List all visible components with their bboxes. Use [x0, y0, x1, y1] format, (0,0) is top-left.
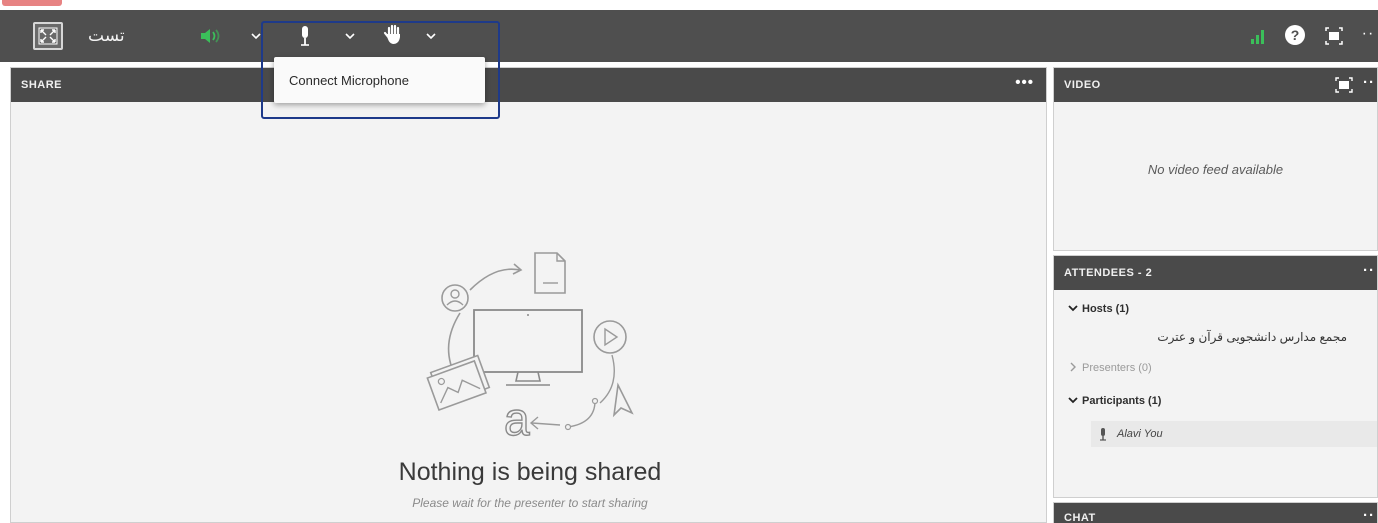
- empty-share-subtitle: Please wait for the presenter to start s…: [412, 496, 648, 510]
- fullscreen-icon: [38, 27, 58, 45]
- host-attendee-name[interactable]: مجمع مدارس دانشجویی قرآن و عترت: [1157, 330, 1347, 344]
- meeting-toolbar: تست ? ··: [0, 10, 1378, 62]
- share-pod-title: SHARE: [21, 79, 63, 91]
- attendees-pod-header: ATTENDEES - 2 ··: [1054, 256, 1377, 290]
- speaker-icon: [201, 29, 220, 43]
- empty-share-illustration-icon: a: [426, 252, 634, 445]
- svg-text:a: a: [504, 393, 530, 445]
- page: تست ? ·· SHARE ••• a Nothing is being sh…: [0, 0, 1378, 523]
- video-pod-menu-button[interactable]: ··: [1363, 75, 1375, 90]
- empty-share-title: Nothing is being shared: [398, 458, 662, 486]
- share-pod-header: SHARE •••: [11, 68, 1046, 102]
- video-pod-title: VIDEO: [1064, 79, 1101, 91]
- participant-name: Alavi You: [1117, 428, 1163, 440]
- help-button[interactable]: ?: [1285, 25, 1305, 45]
- speaker-button[interactable]: [198, 26, 224, 46]
- fullscreen-video-icon[interactable]: [1335, 77, 1353, 93]
- signal-strength-icon: [1251, 30, 1264, 44]
- connection-status-button[interactable]: [1248, 26, 1268, 46]
- chat-pod-header: CHAT ··: [1054, 503, 1377, 523]
- attendees-pod: ATTENDEES - 2 ·· Hosts (1) مجمع مدارس دا…: [1053, 255, 1378, 498]
- top-strip: [0, 0, 1378, 10]
- attendees-pod-menu-button[interactable]: ··: [1363, 263, 1375, 278]
- chevron-right-icon: [1068, 362, 1082, 375]
- fullscreen-button[interactable]: [33, 22, 63, 50]
- toolbar-more-button[interactable]: ··: [1358, 24, 1378, 44]
- chevron-down-icon: [1068, 303, 1082, 316]
- chat-pod-title: CHAT: [1064, 512, 1096, 523]
- cropped-caption: [2, 0, 62, 6]
- room-name: تست: [88, 26, 125, 45]
- participant-row-you[interactable]: Alavi You: [1091, 421, 1377, 447]
- share-pod-menu-button[interactable]: •••: [1015, 75, 1034, 90]
- no-video-message: No video feed available: [1147, 162, 1284, 177]
- layout-button[interactable]: [1324, 26, 1344, 46]
- video-pod: VIDEO ·· No video feed available: [1053, 67, 1378, 251]
- chat-pod: CHAT ··: [1053, 502, 1378, 523]
- screen-layout-icon: [1325, 27, 1343, 45]
- chevron-down-icon: [1068, 395, 1082, 408]
- microphone-icon: [1100, 427, 1106, 441]
- chat-pod-menu-button[interactable]: ··: [1363, 508, 1375, 523]
- attendees-pod-title: ATTENDEES - 2: [1064, 267, 1153, 279]
- hosts-group-label: Hosts (1): [1082, 303, 1130, 315]
- presenters-group[interactable]: Presenters (0): [1054, 356, 1377, 380]
- participants-group[interactable]: Participants (1): [1054, 389, 1377, 413]
- participants-group-label: Participants (1): [1082, 395, 1162, 407]
- highlight-annotation-box: [261, 21, 500, 119]
- presenters-group-label: Presenters (0): [1082, 362, 1152, 374]
- video-pod-header: VIDEO ··: [1054, 68, 1377, 102]
- hosts-group[interactable]: Hosts (1): [1054, 297, 1377, 321]
